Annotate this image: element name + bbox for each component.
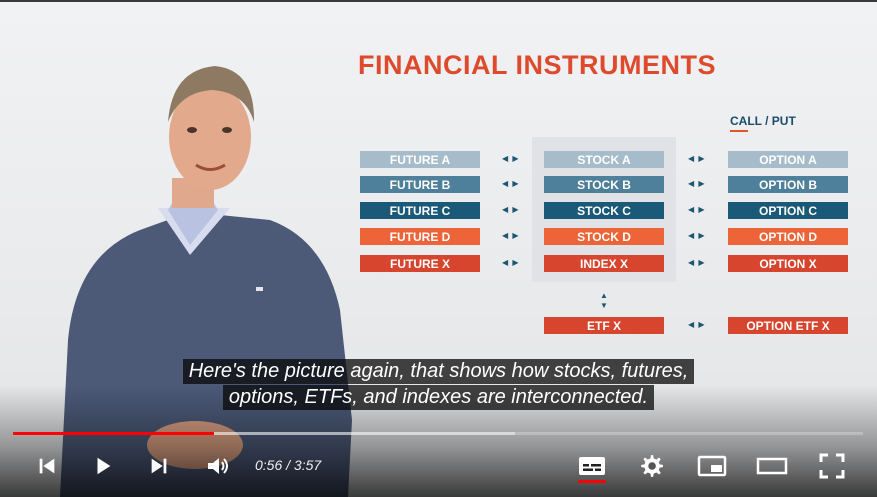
double-arrow-icon: ◀ ▶ <box>502 258 520 267</box>
volume-button[interactable] <box>203 451 233 481</box>
next-icon <box>151 458 167 474</box>
double-arrow-icon: ◀ ▶ <box>688 179 706 188</box>
double-arrow-icon: ◀ ▶ <box>688 205 706 214</box>
stock-c-box: STOCK C <box>544 202 664 219</box>
stock-b-box: STOCK B <box>544 176 664 193</box>
time-display: 0:56 / 3:57 <box>255 457 321 473</box>
theater-mode-button[interactable] <box>755 451 789 481</box>
etf-x-box: ETF X <box>544 317 664 334</box>
call-put-label: CALL / PUT <box>730 114 796 128</box>
top-border <box>0 0 877 2</box>
option-c-box: OPTION C <box>728 202 848 219</box>
subtitles-icon <box>579 457 605 475</box>
settings-button[interactable] <box>637 451 665 481</box>
gear-icon <box>641 455 663 477</box>
play-button[interactable] <box>90 451 116 481</box>
video-player[interactable]: FINANCIAL INSTRUMENTS CALL / PUT FUTURE … <box>0 0 877 497</box>
double-arrow-icon: ◀ ▶ <box>688 154 706 163</box>
slide-title: FINANCIAL INSTRUMENTS <box>358 50 716 80</box>
volume-icon <box>208 458 228 474</box>
double-arrow-icon: ◀ ▶ <box>502 205 520 214</box>
time-separator: / <box>282 457 294 473</box>
double-arrow-icon: ◀ ▶ <box>688 320 706 329</box>
double-arrow-icon: ◀ ▶ <box>688 258 706 267</box>
option-etf-x-box: OPTION ETF X <box>728 317 848 334</box>
future-c-box: FUTURE C <box>360 202 480 219</box>
option-d-box: OPTION D <box>728 228 848 245</box>
duration: 3:57 <box>293 457 322 473</box>
caption-line-2-row: options, ETFs, and indexes are interconn… <box>0 385 877 410</box>
previous-button[interactable] <box>34 451 60 481</box>
future-a-box: FUTURE A <box>360 151 480 168</box>
fullscreen-icon <box>819 453 845 479</box>
subtitles-active-indicator <box>578 480 606 483</box>
vertical-double-arrow-icon: ▲ ▼ <box>600 291 608 310</box>
fullscreen-button[interactable] <box>817 451 847 481</box>
option-x-box: OPTION X <box>728 255 848 272</box>
miniplayer-button[interactable] <box>696 451 728 481</box>
future-x-box: FUTURE X <box>360 255 480 272</box>
option-b-box: OPTION B <box>728 176 848 193</box>
caption-line-2: options, ETFs, and indexes are interconn… <box>222 385 655 410</box>
double-arrow-icon: ◀ ▶ <box>502 231 520 240</box>
theater-icon <box>756 457 788 475</box>
subtitles-button[interactable] <box>576 451 608 481</box>
double-arrow-icon: ◀ ▶ <box>502 179 520 188</box>
future-b-box: FUTURE B <box>360 176 480 193</box>
future-d-box: FUTURE D <box>360 228 480 245</box>
double-arrow-icon: ◀ ▶ <box>502 154 520 163</box>
next-button[interactable] <box>146 451 172 481</box>
progress-played <box>13 432 214 435</box>
index-x-box: INDEX X <box>544 255 664 272</box>
play-icon <box>97 457 111 475</box>
caption-line-1: Here's the picture again, that shows how… <box>182 359 695 384</box>
current-time: 0:56 <box>255 457 283 473</box>
option-a-box: OPTION A <box>728 151 848 168</box>
progress-bar[interactable] <box>13 432 863 435</box>
double-arrow-icon: ◀ ▶ <box>688 231 706 240</box>
stock-d-box: STOCK D <box>544 228 664 245</box>
miniplayer-icon <box>697 455 727 477</box>
caption-line-1-row: Here's the picture again, that shows how… <box>0 359 877 384</box>
call-put-underline <box>730 130 748 132</box>
stock-a-box: STOCK A <box>544 151 664 168</box>
previous-icon <box>39 458 55 474</box>
